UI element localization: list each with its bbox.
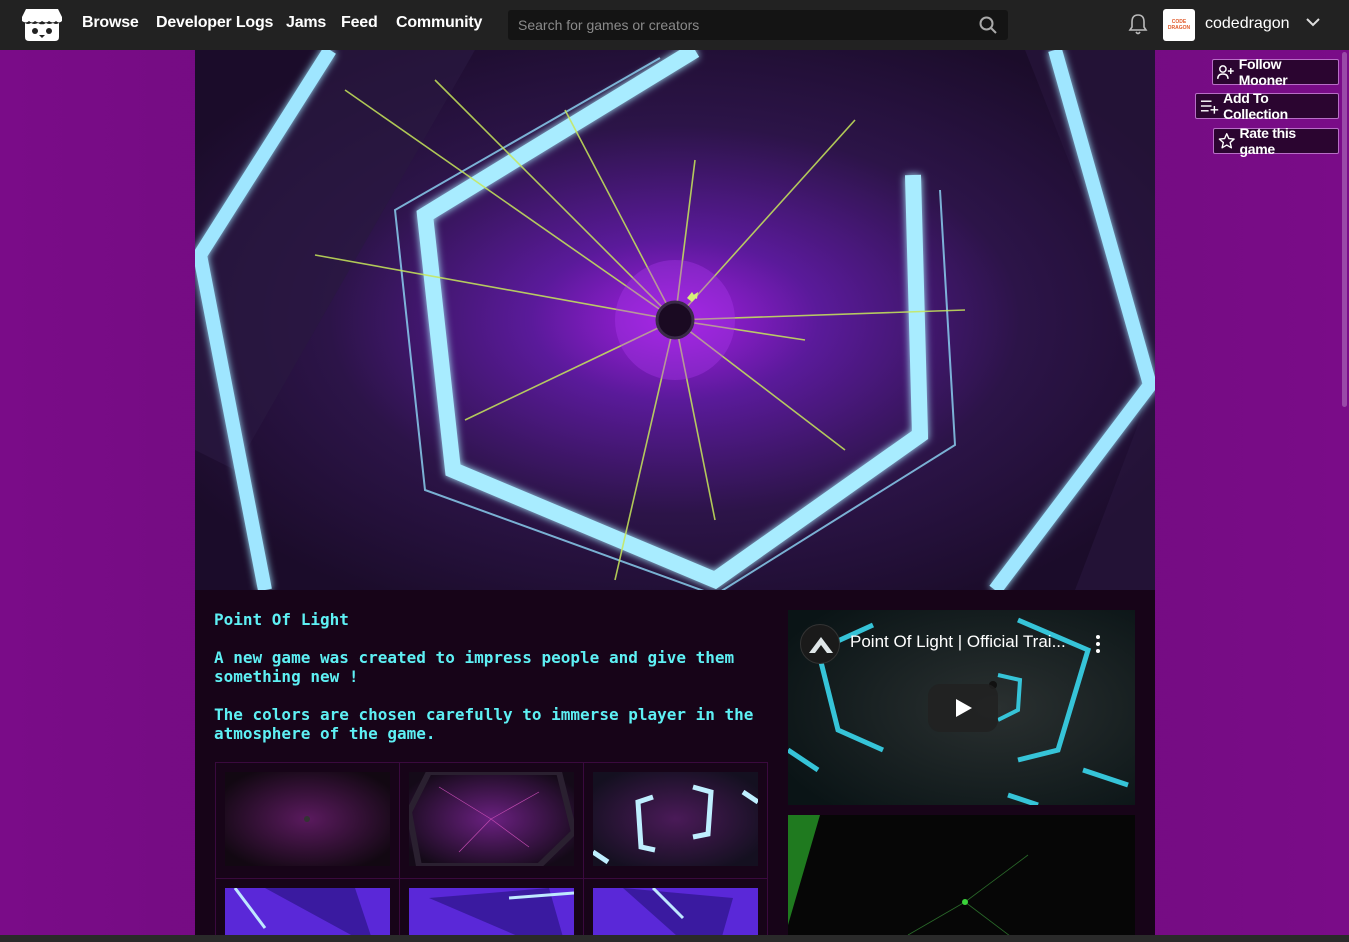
bottom-scrollbar[interactable] — [0, 935, 1349, 942]
game-banner-image — [195, 50, 1155, 590]
screenshot-image — [593, 772, 758, 866]
video-thumbnail — [788, 815, 1135, 942]
username[interactable]: codedragon — [1205, 15, 1290, 33]
search-icon[interactable] — [978, 15, 998, 35]
add-to-collection-label: Add To Collection — [1223, 90, 1288, 122]
description-paragraph: A new game was created to impress people… — [214, 648, 735, 686]
game-page-column: Point Of Light A new game was created to… — [195, 50, 1155, 942]
screenshot-thumb[interactable] — [584, 763, 768, 879]
follow-button-label: Follow Mooner — [1238, 56, 1288, 88]
second-video-embed[interactable] — [788, 815, 1135, 942]
avatar[interactable]: CODE DRAGON — [1163, 9, 1195, 41]
avatar-text-line2: DRAGON — [1167, 25, 1191, 31]
nav-community[interactable]: Community — [396, 14, 482, 32]
rate-game-label: Rate this game — [1239, 125, 1296, 157]
screenshot-thumb[interactable] — [584, 879, 768, 942]
search-bar — [508, 10, 1008, 40]
add-to-list-icon — [1200, 100, 1219, 114]
screenshot-image — [225, 888, 390, 942]
screenshot-thumb[interactable] — [216, 763, 400, 879]
bell-icon[interactable] — [1128, 13, 1148, 35]
itchio-logo-icon[interactable] — [22, 7, 62, 43]
screenshots-grid — [215, 762, 768, 942]
nav-feed[interactable]: Feed — [341, 14, 378, 32]
rate-game-button[interactable]: Rate this game — [1213, 125, 1339, 157]
nav-jams[interactable]: Jams — [286, 14, 326, 32]
mountain-logo-icon — [809, 637, 833, 653]
top-nav: Browse Developer Logs Jams Feed Communit… — [0, 0, 1349, 50]
play-button-icon[interactable] — [928, 684, 998, 732]
star-icon — [1218, 133, 1235, 149]
game-title: Point Of Light — [214, 610, 349, 629]
add-to-collection-button[interactable]: Add To Collection — [1195, 90, 1339, 122]
description-paragraph: The colors are chosen carefully to immer… — [214, 705, 754, 743]
trailer-video-embed[interactable]: Point Of Light | Official Trai... — [788, 610, 1135, 805]
screenshot-thumb[interactable] — [400, 763, 584, 879]
add-user-icon — [1217, 65, 1234, 79]
screenshot-image — [409, 772, 574, 866]
search-input[interactable] — [508, 10, 968, 40]
game-description: Point Of Light A new game was created to… — [214, 610, 774, 762]
video-title[interactable]: Point Of Light | Official Trai... — [850, 632, 1066, 652]
screenshot-thumb[interactable] — [400, 879, 584, 942]
nav-developer-logs[interactable]: Developer Logs — [156, 14, 273, 32]
more-options-icon[interactable] — [1094, 634, 1102, 654]
nav-browse[interactable]: Browse — [82, 14, 139, 32]
screenshot-image — [593, 888, 758, 942]
chevron-down-icon[interactable] — [1305, 16, 1321, 28]
screenshot-image — [409, 888, 574, 942]
channel-avatar[interactable] — [800, 624, 840, 664]
follow-button[interactable]: Follow Mooner — [1212, 56, 1339, 88]
scrollbar-thumb[interactable] — [1342, 52, 1347, 407]
screenshot-image — [225, 772, 390, 866]
screenshot-thumb[interactable] — [216, 879, 400, 942]
